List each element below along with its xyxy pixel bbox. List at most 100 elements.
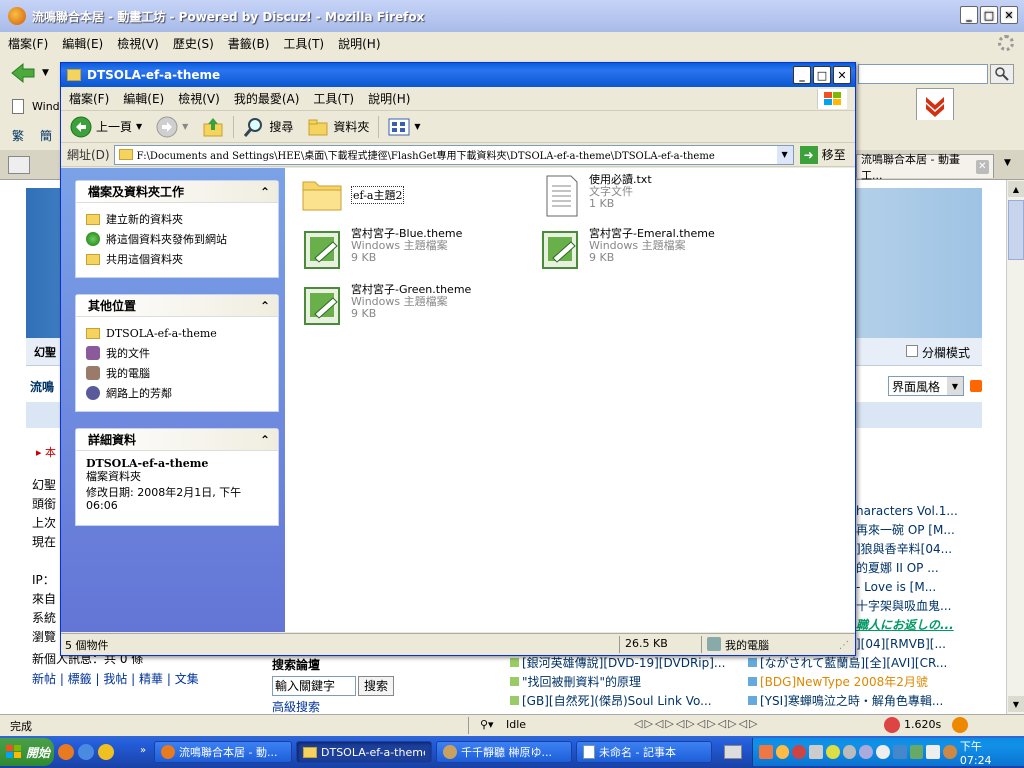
- ff-menu-bookmarks[interactable]: 書籤(B): [228, 35, 270, 52]
- task-ttplayer[interactable]: 千千靜聽 榊原ゆ...: [436, 741, 572, 763]
- bookmark-partial-label[interactable]: Wind: [32, 100, 60, 113]
- place-parent-folder[interactable]: DTSOLA-ef-a-theme: [86, 323, 268, 343]
- page-arrow-link[interactable]: ▸ 本: [36, 444, 56, 460]
- thread-link[interactable]: 的夏娜 II OP ...: [856, 559, 958, 578]
- ff-menu-tools[interactable]: 工具(T): [283, 35, 324, 52]
- forum-search-button[interactable]: 搜索: [358, 676, 394, 696]
- start-button[interactable]: 開始: [0, 738, 54, 766]
- thread-link[interactable]: "找回被刪資料"的原理: [510, 673, 725, 692]
- ff-maximize-button[interactable]: □: [980, 6, 998, 24]
- player-search-icon[interactable]: ⚲▾: [480, 718, 494, 731]
- details-header[interactable]: 詳細資料 ⌃: [76, 429, 278, 451]
- bottom-links[interactable]: 新帖 | 標籤 | 我帖 | 精華 | 文集: [32, 670, 199, 687]
- charset-simplified[interactable]: 簡: [40, 127, 52, 144]
- quick-launch-more-icon[interactable]: »: [140, 745, 146, 756]
- views-dropdown-icon[interactable]: ▼: [414, 122, 420, 131]
- tray-icon[interactable]: [926, 745, 941, 759]
- task-publish-web[interactable]: 將這個資料夾發佈到網站: [86, 229, 268, 249]
- exp-menu-help[interactable]: 說明(H): [368, 90, 410, 107]
- player-controls[interactable]: ◁▷◁▷◁▷◁▷◁▷◁▷: [634, 717, 760, 730]
- task-explorer[interactable]: DTSOLA-ef-a-theme: [296, 741, 432, 763]
- back-dropdown-icon[interactable]: ▼: [136, 122, 142, 131]
- tray-icon[interactable]: [759, 745, 773, 759]
- thread-link[interactable]: [YSI]寒蟬鳴泣之時・解角色專輯...: [748, 692, 947, 711]
- thread-link[interactable]: 職人にお返しの...: [856, 616, 958, 635]
- thread-link[interactable]: ]狼與香辛料[04...: [856, 540, 958, 559]
- thread-link[interactable]: [BDG]NewType 2008年2月號: [748, 673, 947, 692]
- file-item-emeral-theme[interactable]: 宮村宮子-Emeral.theme Windows 主題檔案 9 KB: [541, 228, 715, 272]
- charset-traditional[interactable]: 繁: [12, 127, 24, 144]
- ff-search-icon[interactable]: [990, 64, 1014, 84]
- thread-link[interactable]: 再來一碗 OP [M...: [856, 521, 958, 540]
- scroll-down-icon[interactable]: ▼: [1008, 696, 1024, 712]
- ff-tab-list-icon[interactable]: ▼: [1004, 158, 1011, 168]
- ff-menu-file[interactable]: 檔案(F): [8, 35, 48, 52]
- tray-icon[interactable]: [825, 745, 840, 759]
- ff-menu-help[interactable]: 說明(H): [338, 35, 380, 52]
- explorer-titlebar[interactable]: DTSOLA-ef-a-theme _ □ ✕: [61, 63, 855, 87]
- file-item-blue-theme[interactable]: 宮村宮子-Blue.theme Windows 主題檔案 9 KB: [303, 228, 462, 272]
- thread-link[interactable]: haracters Vol.1...: [856, 502, 958, 521]
- quick-firefox-icon[interactable]: [58, 744, 74, 760]
- exp-menu-edit[interactable]: 編輯(E): [123, 90, 164, 107]
- place-my-computer[interactable]: 我的電腦: [86, 363, 268, 383]
- go-button[interactable]: 移至: [822, 146, 846, 163]
- scroll-thumb[interactable]: [1008, 200, 1024, 260]
- tray-icon[interactable]: [809, 745, 823, 759]
- rss-icon[interactable]: [970, 380, 982, 392]
- tray-icon[interactable]: [892, 745, 907, 759]
- ff-active-tab[interactable]: 流鳴聯合本居 - 動畫工... ✕: [856, 153, 994, 182]
- keyboard-icon[interactable]: [724, 745, 742, 759]
- firebug-icon[interactable]: [884, 717, 900, 733]
- thread-link[interactable]: [銀河英雄傳說][DVD-19][DVDRip]...: [510, 654, 725, 673]
- tray-icon[interactable]: [909, 745, 924, 759]
- explorer-maximize-button[interactable]: □: [813, 66, 831, 84]
- firefox-scrollbar[interactable]: ▲ ▼: [1006, 180, 1024, 714]
- forward-button[interactable]: ▼: [151, 114, 193, 140]
- address-dropdown-icon[interactable]: ▼: [776, 145, 793, 164]
- scroll-up-icon[interactable]: ▲: [1008, 181, 1024, 197]
- tray-icon[interactable]: [876, 745, 890, 759]
- other-places-header[interactable]: 其他位置 ⌃: [76, 295, 278, 317]
- folders-button[interactable]: 資料夾: [302, 114, 374, 140]
- task-new-folder[interactable]: 建立新的資料夾: [86, 209, 268, 229]
- forum-title-link[interactable]: 流鳴: [30, 378, 54, 395]
- ff-tab-close-icon[interactable]: ✕: [975, 159, 989, 174]
- file-item-green-theme[interactable]: 宮村宮子-Green.theme Windows 主題檔案 9 KB: [303, 284, 471, 328]
- ff-menu-history[interactable]: 歷史(S): [173, 35, 214, 52]
- thread-link[interactable]: [GB][自然死](傑昂)Soul Link Vo...: [510, 692, 725, 711]
- thread-link[interactable]: 十字架與吸血鬼...: [856, 597, 958, 616]
- resize-grip-icon[interactable]: ⋰: [839, 640, 849, 651]
- quick-messenger-icon[interactable]: [98, 744, 114, 760]
- file-item-readme[interactable]: 使用必讀.txt 文字文件 1 KB: [541, 174, 652, 218]
- style-select[interactable]: 界面風格 ▼: [888, 376, 964, 396]
- ff-back-icon[interactable]: [10, 62, 36, 84]
- views-button[interactable]: ▼: [383, 114, 425, 140]
- task-firefox[interactable]: 流鳴聯合本居 - 動...: [154, 741, 292, 763]
- page-nav-first[interactable]: 幻聖: [34, 344, 56, 360]
- collapse-icon[interactable]: ⌃: [260, 185, 270, 199]
- split-mode-checkbox[interactable]: [906, 345, 918, 357]
- place-my-documents[interactable]: 我的文件: [86, 343, 268, 363]
- thread-link[interactable]: ][04][RMVB][...: [856, 635, 958, 654]
- forward-dropdown-icon[interactable]: ▼: [182, 122, 188, 131]
- place-network[interactable]: 網路上的芳鄰: [86, 383, 268, 403]
- ff-close-button[interactable]: ✕: [1000, 6, 1018, 24]
- tray-clock[interactable]: 下午 07:24: [960, 738, 1016, 767]
- exp-menu-file[interactable]: 檔案(F): [69, 90, 109, 107]
- advanced-search-link[interactable]: 高級搜索: [272, 698, 320, 715]
- ff-search-box[interactable]: [858, 64, 988, 84]
- exp-menu-view[interactable]: 檢視(V): [178, 90, 220, 107]
- task-share-folder[interactable]: 共用這個資料夾: [86, 249, 268, 269]
- ff-menu-view[interactable]: 檢視(V): [117, 35, 159, 52]
- tray-icon[interactable]: [792, 745, 807, 759]
- file-item-folder[interactable]: ef-a主題2: [301, 174, 405, 214]
- tray-icon[interactable]: [943, 745, 957, 759]
- quick-media-icon[interactable]: [78, 744, 94, 760]
- go-arrow-icon[interactable]: ➜: [799, 145, 818, 164]
- thread-link[interactable]: - Love is [M...: [856, 578, 958, 597]
- explorer-close-button[interactable]: ✕: [833, 66, 851, 84]
- ff-menu-edit[interactable]: 編輯(E): [62, 35, 103, 52]
- explorer-minimize-button[interactable]: _: [793, 66, 811, 84]
- collapse-icon[interactable]: ⌃: [260, 299, 270, 313]
